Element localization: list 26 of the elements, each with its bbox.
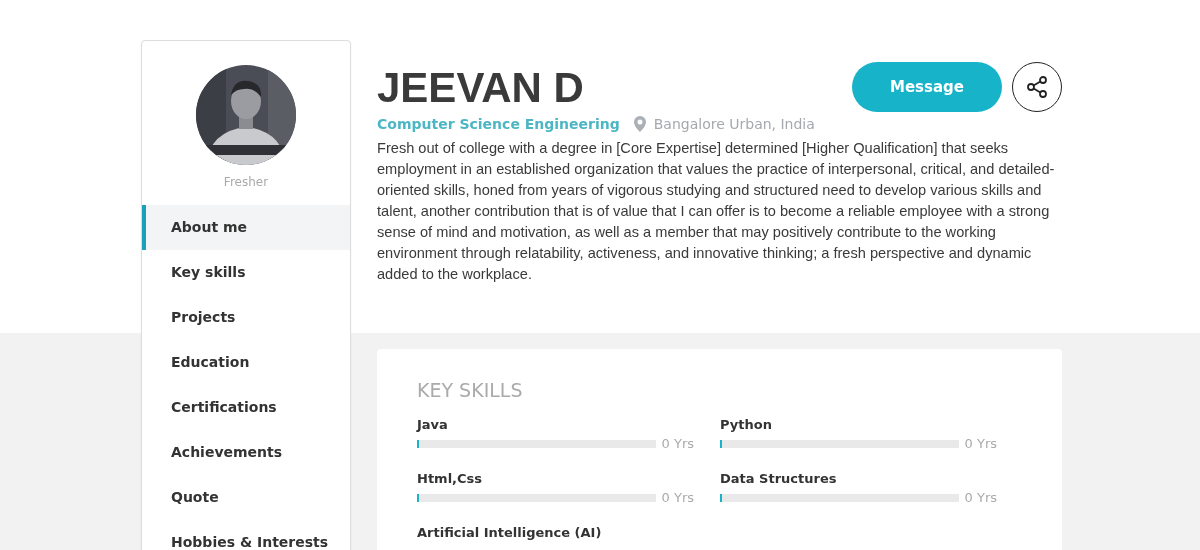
sidebar-item[interactable]: Education bbox=[142, 340, 350, 385]
skill-years: 0 Yrs bbox=[964, 490, 997, 505]
location-pin-icon bbox=[633, 116, 646, 132]
section-title: KEY SKILLS bbox=[417, 379, 524, 401]
skill-name: Python bbox=[720, 417, 773, 432]
sidebar-item[interactable]: Certifications bbox=[142, 385, 350, 430]
profile-name: JEEVAN D bbox=[377, 63, 584, 113]
field-of-study: Computer Science Engineering bbox=[377, 116, 620, 132]
skill-years: 0 Yrs bbox=[661, 436, 694, 451]
skill-name: Html,Css bbox=[417, 471, 484, 486]
sidebar-item[interactable]: Hobbies & Interests bbox=[142, 520, 350, 550]
share-button[interactable] bbox=[1012, 62, 1062, 112]
skill-years: 0 Yrs bbox=[661, 490, 694, 505]
skill-name: Artificial Intelligence (AI) bbox=[417, 525, 603, 540]
status-label: Fresher bbox=[223, 175, 269, 191]
sidebar-item[interactable]: Key skills bbox=[142, 250, 350, 295]
sidebar-item[interactable]: About me bbox=[142, 205, 350, 250]
share-icon bbox=[1025, 75, 1049, 99]
bio-text: Fresh out of college with a degree in [Core Expertise] determined [Higher Qualification] that seeks employment in an established organization that values the practice of interpersonal, critical, and detailed-oriented skills, honed from years of vigorous studying and structured need to develop various skills and talent, another contribution that is of value that I can offer is to become a reliable employee with a strong sense of mind and motivation, as well as a member that may positively contribute to the working environment through relatability, activeness, and innovative thinking; a fresh perspective and dynamic added to the workplace. bbox=[377, 139, 1056, 284]
sidebar-item[interactable]: Achievements bbox=[142, 430, 350, 475]
skill-name: Data Structures bbox=[720, 471, 838, 486]
location-text: Bangalore Urban, India bbox=[653, 116, 815, 132]
skill-name: Java bbox=[417, 417, 449, 432]
sidebar-item[interactable]: Quote bbox=[142, 475, 350, 520]
skill-years: 0 Yrs bbox=[964, 436, 997, 451]
sidebar-item[interactable]: Projects bbox=[142, 295, 350, 340]
